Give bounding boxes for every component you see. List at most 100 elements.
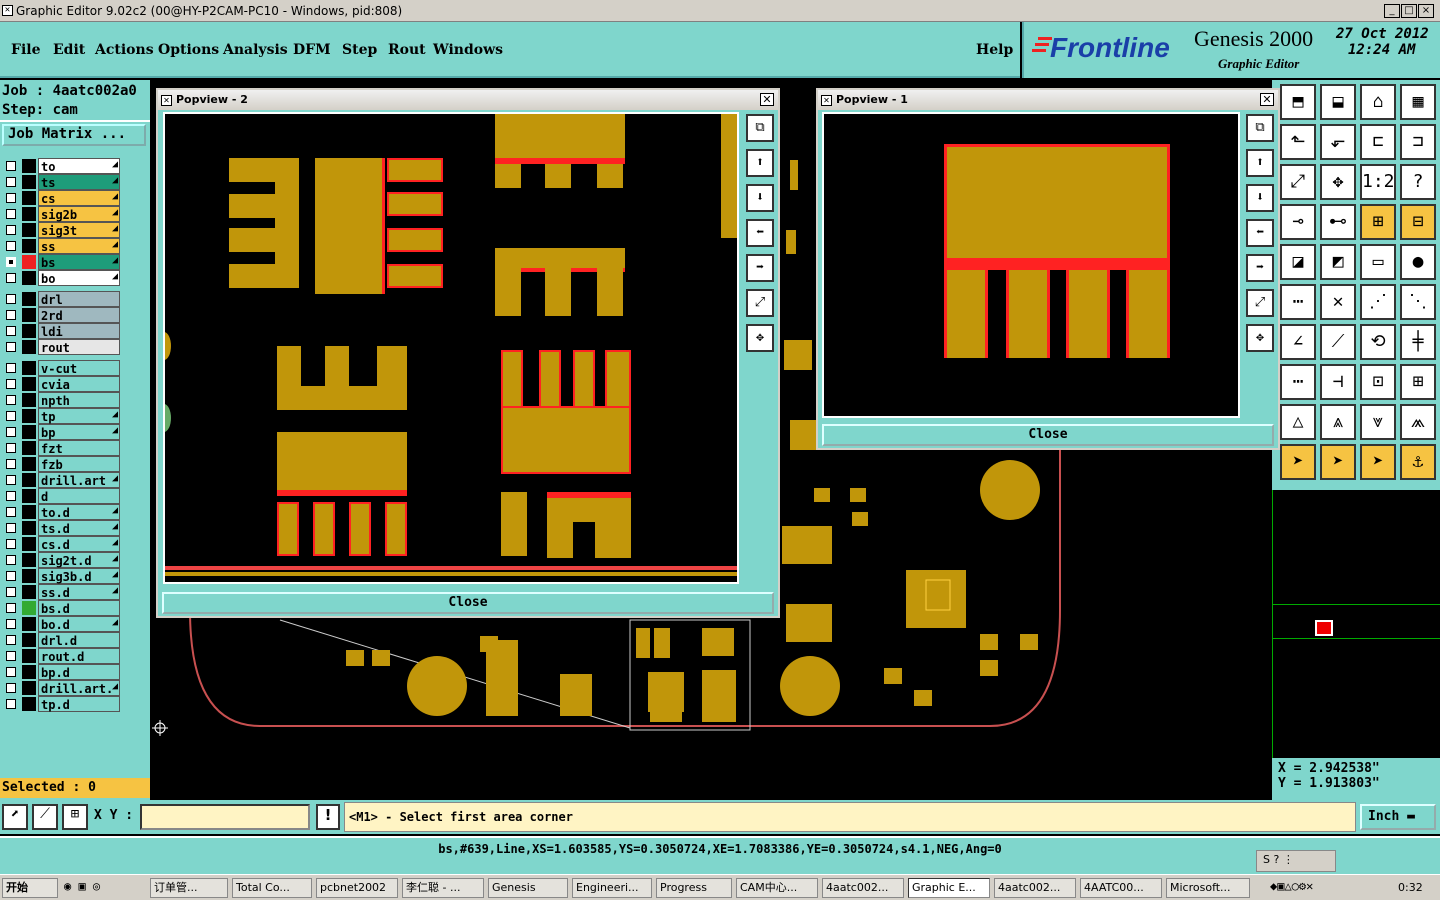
layer-name[interactable]: bs.d xyxy=(38,600,120,616)
layer-edit-icon[interactable]: ◢ xyxy=(112,537,118,548)
layer-row-sig2b[interactable]: sig2b ◢ xyxy=(2,206,148,222)
maximize-button[interactable]: □ xyxy=(1401,4,1417,18)
pan-right-icon[interactable]: ⬐ xyxy=(1320,124,1356,160)
popview-2-canvas[interactable] xyxy=(163,112,739,584)
layer-name[interactable]: npth xyxy=(38,392,120,408)
snap2-icon[interactable]: ⋱ xyxy=(1400,284,1436,320)
layer-row-bs[interactable]: bs ◢ xyxy=(2,254,148,270)
start-button[interactable]: 开始 xyxy=(2,878,58,898)
pan-right-icon[interactable]: ➡ xyxy=(1246,254,1274,282)
taskbar-item[interactable]: Graphic E... xyxy=(908,878,990,898)
taskbar-item[interactable]: Microsoft... xyxy=(1166,878,1250,898)
pan-up-icon[interactable]: ⬆ xyxy=(1246,149,1274,177)
ime-toolbar[interactable]: S ? ⋮ xyxy=(1256,850,1336,872)
popview-2-close-button[interactable]: Close xyxy=(162,592,774,614)
layer-name[interactable]: bo xyxy=(38,270,120,286)
layer-checkbox[interactable] xyxy=(6,310,16,320)
layer-name[interactable]: to xyxy=(38,158,120,174)
layer-row-bs-d[interactable]: bs.d xyxy=(2,600,148,616)
zoom-fit-icon[interactable]: ⤢ xyxy=(1246,289,1274,317)
layer-checkbox[interactable] xyxy=(6,209,16,219)
layer-name[interactable]: sig3b.d xyxy=(38,568,120,584)
zoom-fit-left-icon[interactable]: ⊏ xyxy=(1360,124,1396,160)
menu-options[interactable]: Options xyxy=(158,42,219,58)
layer-checkbox[interactable] xyxy=(6,587,16,597)
menu-dfm[interactable]: DFM xyxy=(293,42,331,58)
stretch-icon[interactable]: ⊣ xyxy=(1320,364,1356,400)
layer-name[interactable]: ss.d xyxy=(38,584,120,600)
taskbar-item[interactable]: 4aatc002... xyxy=(822,878,904,898)
menu-actions[interactable]: Actions xyxy=(95,42,154,58)
group-icon[interactable]: ⊞ xyxy=(1400,364,1436,400)
menu-help[interactable]: Help xyxy=(976,42,1013,58)
taskbar-item[interactable]: 4aatc002... xyxy=(994,878,1076,898)
color-icon[interactable]: ◩ xyxy=(1320,244,1356,280)
layer-checkbox[interactable] xyxy=(6,161,16,171)
layer-name[interactable]: drl xyxy=(38,291,120,307)
pan-left-icon[interactable]: ⬅ xyxy=(746,219,774,247)
layer-name[interactable]: cs xyxy=(38,190,120,206)
layer-checkbox[interactable] xyxy=(6,177,16,187)
layer-name[interactable]: sig2t.d xyxy=(38,552,120,568)
layer-row-fzb[interactable]: fzb xyxy=(2,456,148,472)
layer-row-drill-art[interactable]: drill.art ◢ xyxy=(2,472,148,488)
job-matrix-button[interactable]: Job Matrix ... xyxy=(2,124,146,146)
select4-icon[interactable]: ⚓ xyxy=(1400,444,1436,480)
network-icon[interactable]: ⋯ xyxy=(1280,284,1316,320)
layer-checkbox[interactable] xyxy=(6,273,16,283)
layer-checkbox[interactable] xyxy=(6,539,16,549)
layer-row-sig3b-d[interactable]: sig3b.d ◢ xyxy=(2,568,148,584)
quick-launch-icons[interactable]: ◉ ▣ ◎ xyxy=(64,879,144,897)
layer-checkbox[interactable] xyxy=(6,507,16,517)
snap-icon[interactable]: ⋰ xyxy=(1360,284,1396,320)
layer-edit-icon[interactable]: ◢ xyxy=(112,207,118,218)
layer-checkbox[interactable] xyxy=(6,427,16,437)
layer-row-to-d[interactable]: to.d ◢ xyxy=(2,504,148,520)
align-icon[interactable]: ╪ xyxy=(1400,324,1436,360)
snap-icon[interactable]: ⬈ xyxy=(2,804,28,830)
home-icon[interactable]: ⌂ xyxy=(1360,84,1396,120)
layer-edit-icon[interactable]: ◢ xyxy=(112,191,118,202)
layer-row-drill-art-[interactable]: drill.art. ◢ xyxy=(2,680,148,696)
layer-row-drl[interactable]: drl xyxy=(2,291,148,307)
line-icon[interactable]: ⟋ xyxy=(1320,324,1356,360)
layer-row-bo[interactable]: bo ◢ xyxy=(2,270,148,286)
layer-checkbox[interactable] xyxy=(6,225,16,235)
layer-edit-icon[interactable]: ◢ xyxy=(112,617,118,628)
layer-row-bp-d[interactable]: bp.d xyxy=(2,664,148,680)
taskbar-item[interactable]: Engineeri... xyxy=(572,878,652,898)
taskbar-item[interactable]: 李仁聪 - ... xyxy=(402,878,484,898)
pan-down-icon[interactable]: ⬇ xyxy=(1246,184,1274,212)
layer-name[interactable]: sig2b xyxy=(38,206,120,222)
layer-row-rout-d[interactable]: rout.d xyxy=(2,648,148,664)
pan-right-icon[interactable]: ➡ xyxy=(746,254,774,282)
layer-edit-icon[interactable]: ◢ xyxy=(112,553,118,564)
layer-checkbox[interactable] xyxy=(6,363,16,373)
layer-checkbox[interactable] xyxy=(6,619,16,629)
dot-icon[interactable]: ● xyxy=(1400,244,1436,280)
layer-name[interactable]: ts xyxy=(38,174,120,190)
layer-edit-icon[interactable]: ◢ xyxy=(112,521,118,532)
layer-edit-icon[interactable]: ◢ xyxy=(112,409,118,420)
layer-row-ldi[interactable]: ldi xyxy=(2,323,148,339)
measure-icon[interactable]: ⊸ xyxy=(1280,204,1316,240)
taskbar-item[interactable]: 订单管... xyxy=(150,878,228,898)
layer-row-to[interactable]: to ◢ xyxy=(2,158,148,174)
help-icon[interactable]: ? xyxy=(1400,164,1436,200)
pan-left-icon[interactable]: ⬑ xyxy=(1280,124,1316,160)
zoom-home-icon[interactable]: ⬒ xyxy=(1280,84,1316,120)
tray-icons[interactable]: ◆▣△○⚙✕ xyxy=(1270,879,1380,897)
layer-checkbox[interactable] xyxy=(6,699,16,709)
taskbar-item[interactable]: Total Co... xyxy=(232,878,312,898)
layer-name[interactable]: rout.d xyxy=(38,648,120,664)
scale-icon[interactable]: 1:2 xyxy=(1360,164,1396,200)
layer-edit-icon[interactable]: ◢ xyxy=(112,569,118,580)
cross-icon[interactable]: ✕ xyxy=(1320,284,1356,320)
close-window-button[interactable]: × xyxy=(1418,4,1434,18)
layer-name[interactable]: d xyxy=(38,488,120,504)
layer-row-d[interactable]: d xyxy=(2,488,148,504)
layer-checkbox[interactable] xyxy=(6,294,16,304)
layer-checkbox[interactable] xyxy=(6,443,16,453)
layer-name[interactable]: fzb xyxy=(38,456,120,472)
layer-edit-icon[interactable]: ◢ xyxy=(112,271,118,282)
